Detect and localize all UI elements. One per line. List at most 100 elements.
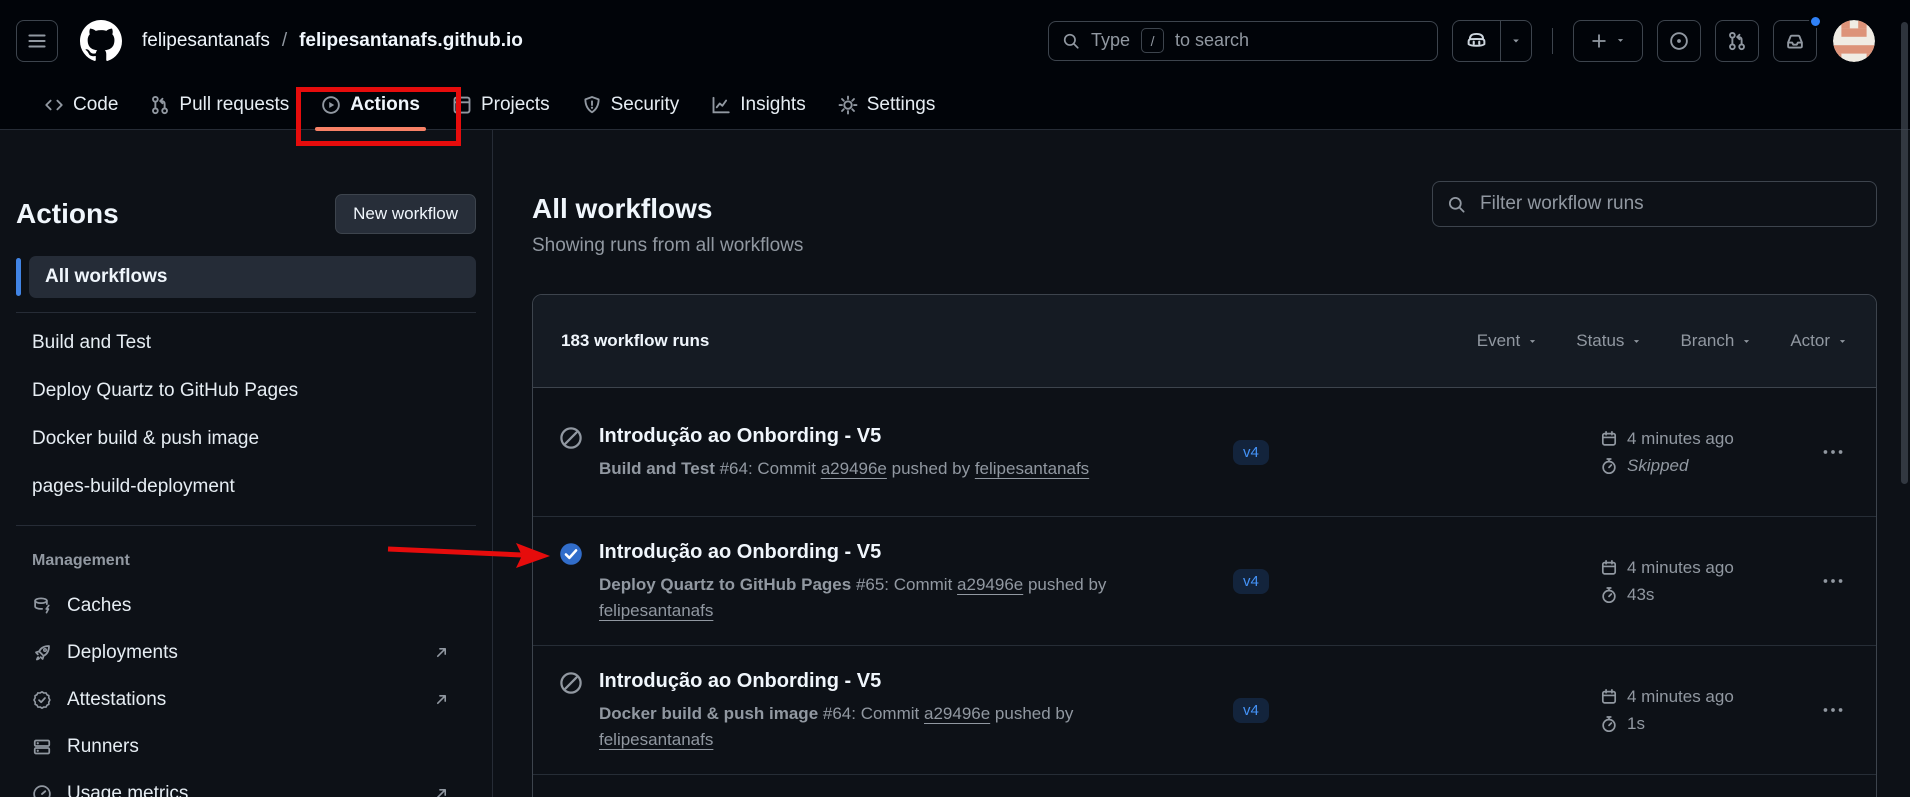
branch-filter-dropdown[interactable]: Branch: [1680, 331, 1752, 351]
sidebar-item-workflow[interactable]: Deploy Quartz to GitHub Pages: [16, 367, 476, 415]
github-logo-icon[interactable]: [80, 20, 122, 62]
global-search-input[interactable]: Type / to search: [1048, 21, 1438, 61]
stopwatch-icon: [1600, 715, 1618, 733]
sidebar-item-workflow[interactable]: pages-build-deployment: [16, 463, 476, 511]
tab-code[interactable]: Code: [36, 81, 126, 129]
copilot-dropdown-button[interactable]: [1500, 21, 1531, 61]
hamburger-icon: [26, 30, 48, 52]
actor-filter-dropdown[interactable]: Actor: [1790, 331, 1848, 351]
breadcrumb-owner-link[interactable]: felipesantanafs: [142, 30, 270, 52]
skipped-icon: [559, 671, 583, 695]
workflow-runs-card: 183 workflow runs Event Status Branch: [532, 294, 1877, 797]
tab-security[interactable]: Security: [574, 81, 688, 129]
kebab-icon: [1822, 699, 1844, 721]
sidebar-item-runners[interactable]: Runners: [16, 723, 476, 770]
external-link-icon: [433, 691, 450, 708]
tab-projects[interactable]: Projects: [444, 81, 558, 129]
workflow-run-row: Introdução ao Onbording - V5 Deploy Quar…: [533, 517, 1876, 646]
rocket-icon: [32, 643, 52, 663]
commit-link[interactable]: a29496e: [821, 459, 887, 478]
run-options-button[interactable]: [1816, 699, 1850, 721]
page-subtitle: Showing runs from all workflows: [532, 235, 1877, 257]
workflow-list: Build and Test Deploy Quartz to GitHub P…: [16, 319, 476, 511]
filter-workflow-runs-input[interactable]: [1478, 192, 1862, 216]
run-duration: Skipped: [1600, 456, 1812, 476]
tab-settings[interactable]: Settings: [830, 81, 944, 129]
commit-link[interactable]: a29496e: [924, 704, 990, 723]
inbox-wrapper: [1773, 20, 1817, 62]
user-avatar[interactable]: [1833, 20, 1875, 62]
pull-requests-button[interactable]: [1715, 20, 1759, 62]
management-section-label: Management: [16, 552, 476, 570]
search-icon: [1062, 32, 1080, 50]
run-options-button[interactable]: [1816, 441, 1850, 463]
sidebar-divider: [16, 312, 476, 313]
version-badge[interactable]: v4: [1233, 698, 1269, 723]
copilot-button-group: [1452, 20, 1532, 62]
author-link[interactable]: felipesantanafs: [599, 601, 713, 620]
selected-item-accent-bar: [16, 258, 21, 296]
breadcrumb-repo-link[interactable]: felipesantanafs.github.io: [299, 30, 523, 52]
status-filter-dropdown[interactable]: Status: [1576, 331, 1642, 351]
sidebar-item-workflow[interactable]: Docker build & push image: [16, 415, 476, 463]
sidebar-title: Actions: [16, 198, 119, 230]
chevron-down-icon: [1631, 336, 1642, 347]
commit-link[interactable]: a29496e: [957, 575, 1023, 594]
author-link[interactable]: felipesantanafs: [975, 459, 1089, 478]
new-workflow-button[interactable]: New workflow: [335, 194, 476, 234]
external-link-icon: [433, 644, 450, 661]
git-pull-request-icon: [150, 95, 170, 115]
chevron-down-icon: [1837, 336, 1848, 347]
stopwatch-icon: [1600, 586, 1618, 604]
table-icon: [452, 95, 472, 115]
breadcrumb: felipesantanafs / felipesantanafs.github…: [142, 30, 523, 52]
tab-pull-requests[interactable]: Pull requests: [142, 81, 297, 129]
run-subtitle: Build and Test #64: Commit a29496e pushe…: [599, 456, 1089, 482]
inbox-icon: [1785, 31, 1805, 51]
version-badge[interactable]: v4: [1233, 440, 1269, 465]
workflow-run-row: Introdução ao Onbording - V5 Build and T…: [533, 388, 1876, 517]
run-subtitle: Docker build & push image #64: Commit a2…: [599, 701, 1139, 753]
tab-insights[interactable]: Insights: [703, 81, 813, 129]
run-title-link[interactable]: Introdução ao Onbording - V5: [599, 422, 1089, 450]
search-placeholder-suffix: to search: [1175, 30, 1249, 51]
version-badge[interactable]: v4: [1233, 569, 1269, 594]
success-check-icon: [559, 542, 583, 566]
issue-opened-icon: [1669, 31, 1689, 51]
runs-filter-bar: Event Status Branch Actor: [1477, 331, 1848, 351]
kebab-icon: [1822, 441, 1844, 463]
run-title-link[interactable]: Introdução ao Onbording - V5: [599, 538, 1139, 566]
chevron-down-icon: [1615, 35, 1626, 46]
author-link[interactable]: felipesantanafs: [599, 730, 713, 749]
active-tab-underline: [315, 127, 426, 131]
search-placeholder-prefix: Type: [1091, 30, 1130, 51]
sidebar-item-deployments[interactable]: Deployments: [16, 629, 476, 676]
card-filler: [533, 775, 1876, 797]
sidebar-item-all-workflows[interactable]: All workflows: [29, 256, 476, 298]
sidebar-item-workflow[interactable]: Build and Test: [16, 319, 476, 367]
create-new-button[interactable]: [1573, 20, 1643, 62]
chevron-down-icon: [1741, 336, 1752, 347]
kebab-icon: [1822, 570, 1844, 592]
copilot-button[interactable]: [1453, 21, 1500, 61]
git-pull-request-icon: [1727, 31, 1747, 51]
scrollbar-thumb[interactable]: [1901, 22, 1908, 484]
event-filter-dropdown[interactable]: Event: [1477, 331, 1538, 351]
hamburger-menu-button[interactable]: [16, 20, 58, 62]
run-start-time: 4 minutes ago: [1600, 558, 1812, 578]
sidebar-item-caches[interactable]: Caches: [16, 582, 476, 629]
play-circle-icon: [321, 95, 341, 115]
github-actions-page: felipesantanafs / felipesantanafs.github…: [0, 0, 1910, 797]
stopwatch-icon: [1600, 457, 1618, 475]
sidebar-item-attestations[interactable]: Attestations: [16, 676, 476, 723]
run-duration: 43s: [1600, 585, 1812, 605]
run-options-button[interactable]: [1816, 570, 1850, 592]
run-duration: 1s: [1600, 714, 1812, 734]
run-title-link[interactable]: Introdução ao Onbording - V5: [599, 667, 1139, 695]
search-icon: [1447, 195, 1466, 214]
issues-button[interactable]: [1657, 20, 1701, 62]
tab-actions[interactable]: Actions: [313, 81, 428, 129]
sidebar-item-usage-metrics[interactable]: Usage metrics: [16, 770, 476, 797]
management-list: Caches Deployments Attestations Runners: [16, 582, 476, 797]
breadcrumb-separator: /: [282, 30, 287, 52]
